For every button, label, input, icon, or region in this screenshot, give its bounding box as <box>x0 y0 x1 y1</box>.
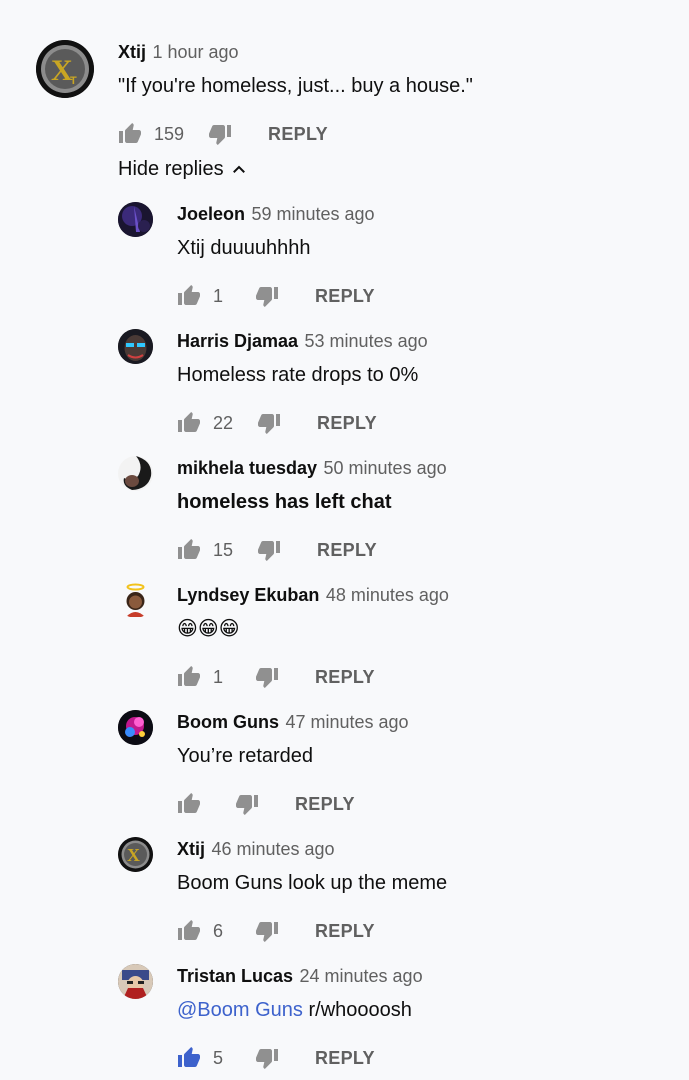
comment-author[interactable]: Xtij <box>118 42 146 62</box>
reply-button[interactable]: REPLY <box>315 1048 375 1069</box>
avatar-image-icon <box>118 710 153 745</box>
thumbs-up-icon[interactable] <box>177 538 201 562</box>
like-count: 15 <box>213 539 234 560</box>
like-count: 22 <box>213 412 234 433</box>
thumbs-down-icon[interactable] <box>257 411 281 435</box>
avatar[interactable]: X <box>118 837 153 872</box>
reply-button[interactable]: REPLY <box>268 124 328 145</box>
thumbs-up-icon[interactable] <box>177 411 201 435</box>
thumbs-down-icon[interactable] <box>255 665 279 689</box>
comment-thread: X T Xtij 1 hour ago "If you're homeless,… <box>0 0 689 1080</box>
comment-author[interactable]: Tristan Lucas <box>177 966 293 986</box>
comment-text: Homeless rate drops to 0% <box>177 364 419 386</box>
thumbs-up-icon-liked[interactable] <box>177 1046 201 1070</box>
comment-author[interactable]: Boom Guns <box>177 712 279 732</box>
hide-replies-label: Hide replies <box>118 158 224 180</box>
comment-text: 😁😁😁 <box>177 618 240 640</box>
like-count: 1 <box>213 666 224 687</box>
comment-time[interactable]: 53 minutes ago <box>305 331 428 351</box>
comment-text: @Boom Guns r/whoooosh <box>177 996 423 1024</box>
avatar[interactable] <box>118 964 153 999</box>
comment-time[interactable]: 46 minutes ago <box>211 839 334 859</box>
mention-link[interactable]: @Boom Guns <box>177 999 303 1021</box>
avatar[interactable] <box>118 583 153 618</box>
comment-text-rest: r/whoooosh <box>302 999 412 1021</box>
thumbs-down-icon[interactable] <box>235 792 259 816</box>
like-count: 5 <box>213 1047 224 1068</box>
comment-time[interactable]: 48 minutes ago <box>326 585 449 605</box>
comment-time[interactable]: 1 hour ago <box>152 42 238 62</box>
thumbs-up-icon[interactable] <box>177 284 201 308</box>
svg-text:T: T <box>70 75 77 87</box>
comment-author[interactable]: Lyndsey Ekuban <box>177 585 319 605</box>
comment-text: Boom Guns look up the meme <box>177 872 448 894</box>
comment-text: homeless has left chat <box>177 491 392 513</box>
avatar[interactable]: X T <box>36 40 94 98</box>
thumbs-up-icon[interactable] <box>177 665 201 689</box>
comment-text: "If you're homeless, just... buy a house… <box>118 75 473 97</box>
comment-body: Xtij 1 hour ago "If you're homeless, jus… <box>118 40 473 148</box>
svg-text:X: X <box>127 845 140 865</box>
reply-button[interactable]: REPLY <box>315 667 375 688</box>
thumbs-up-icon[interactable] <box>118 122 142 146</box>
avatar-image-icon <box>118 329 153 364</box>
reply-button[interactable]: REPLY <box>295 794 355 815</box>
thumbs-up-icon[interactable] <box>177 919 201 943</box>
avatar[interactable] <box>118 329 153 364</box>
comment-time[interactable]: 24 minutes ago <box>300 966 423 986</box>
avatar-image-icon <box>118 964 153 999</box>
reply-button[interactable]: REPLY <box>315 286 375 307</box>
comment-author[interactable]: Xtij <box>177 839 205 859</box>
avatar-image-icon <box>118 202 153 237</box>
angel-emoji-avatar-icon <box>118 583 153 618</box>
avatar[interactable] <box>118 456 153 491</box>
comment-time[interactable]: 59 minutes ago <box>251 204 374 224</box>
thumbs-down-icon[interactable] <box>255 1046 279 1070</box>
avatar-image-icon <box>118 456 153 491</box>
comment-author[interactable]: Joeleon <box>177 204 245 224</box>
xtij-logo-avatar-icon: X <box>118 837 153 872</box>
comment-time[interactable]: 47 minutes ago <box>285 712 408 732</box>
avatar[interactable] <box>118 202 153 237</box>
hide-replies-button[interactable]: Hide replies <box>118 158 248 181</box>
reply-button[interactable]: REPLY <box>315 921 375 942</box>
chevron-up-icon <box>232 165 245 173</box>
thumbs-down-icon[interactable] <box>208 122 232 146</box>
comment-text: You’re retarded <box>177 745 314 767</box>
comment-author[interactable]: mikhela tuesday <box>177 458 317 478</box>
comment-time[interactable]: 50 minutes ago <box>324 458 447 478</box>
like-count: 1 <box>213 285 224 306</box>
comment-author[interactable]: Harris Djamaa <box>177 331 298 351</box>
comment-text: Xtij duuuuhhhh <box>177 237 311 259</box>
thumbs-down-icon[interactable] <box>255 284 279 308</box>
like-count: 159 <box>154 123 185 144</box>
thumbs-down-icon[interactable] <box>255 919 279 943</box>
avatar[interactable] <box>118 710 153 745</box>
like-count: 6 <box>213 920 224 941</box>
xtij-logo-avatar-icon: X T <box>36 40 94 98</box>
thumbs-down-icon[interactable] <box>257 538 281 562</box>
reply-button[interactable]: REPLY <box>317 540 377 561</box>
reply-button[interactable]: REPLY <box>317 413 377 434</box>
thumbs-up-icon[interactable] <box>177 792 201 816</box>
